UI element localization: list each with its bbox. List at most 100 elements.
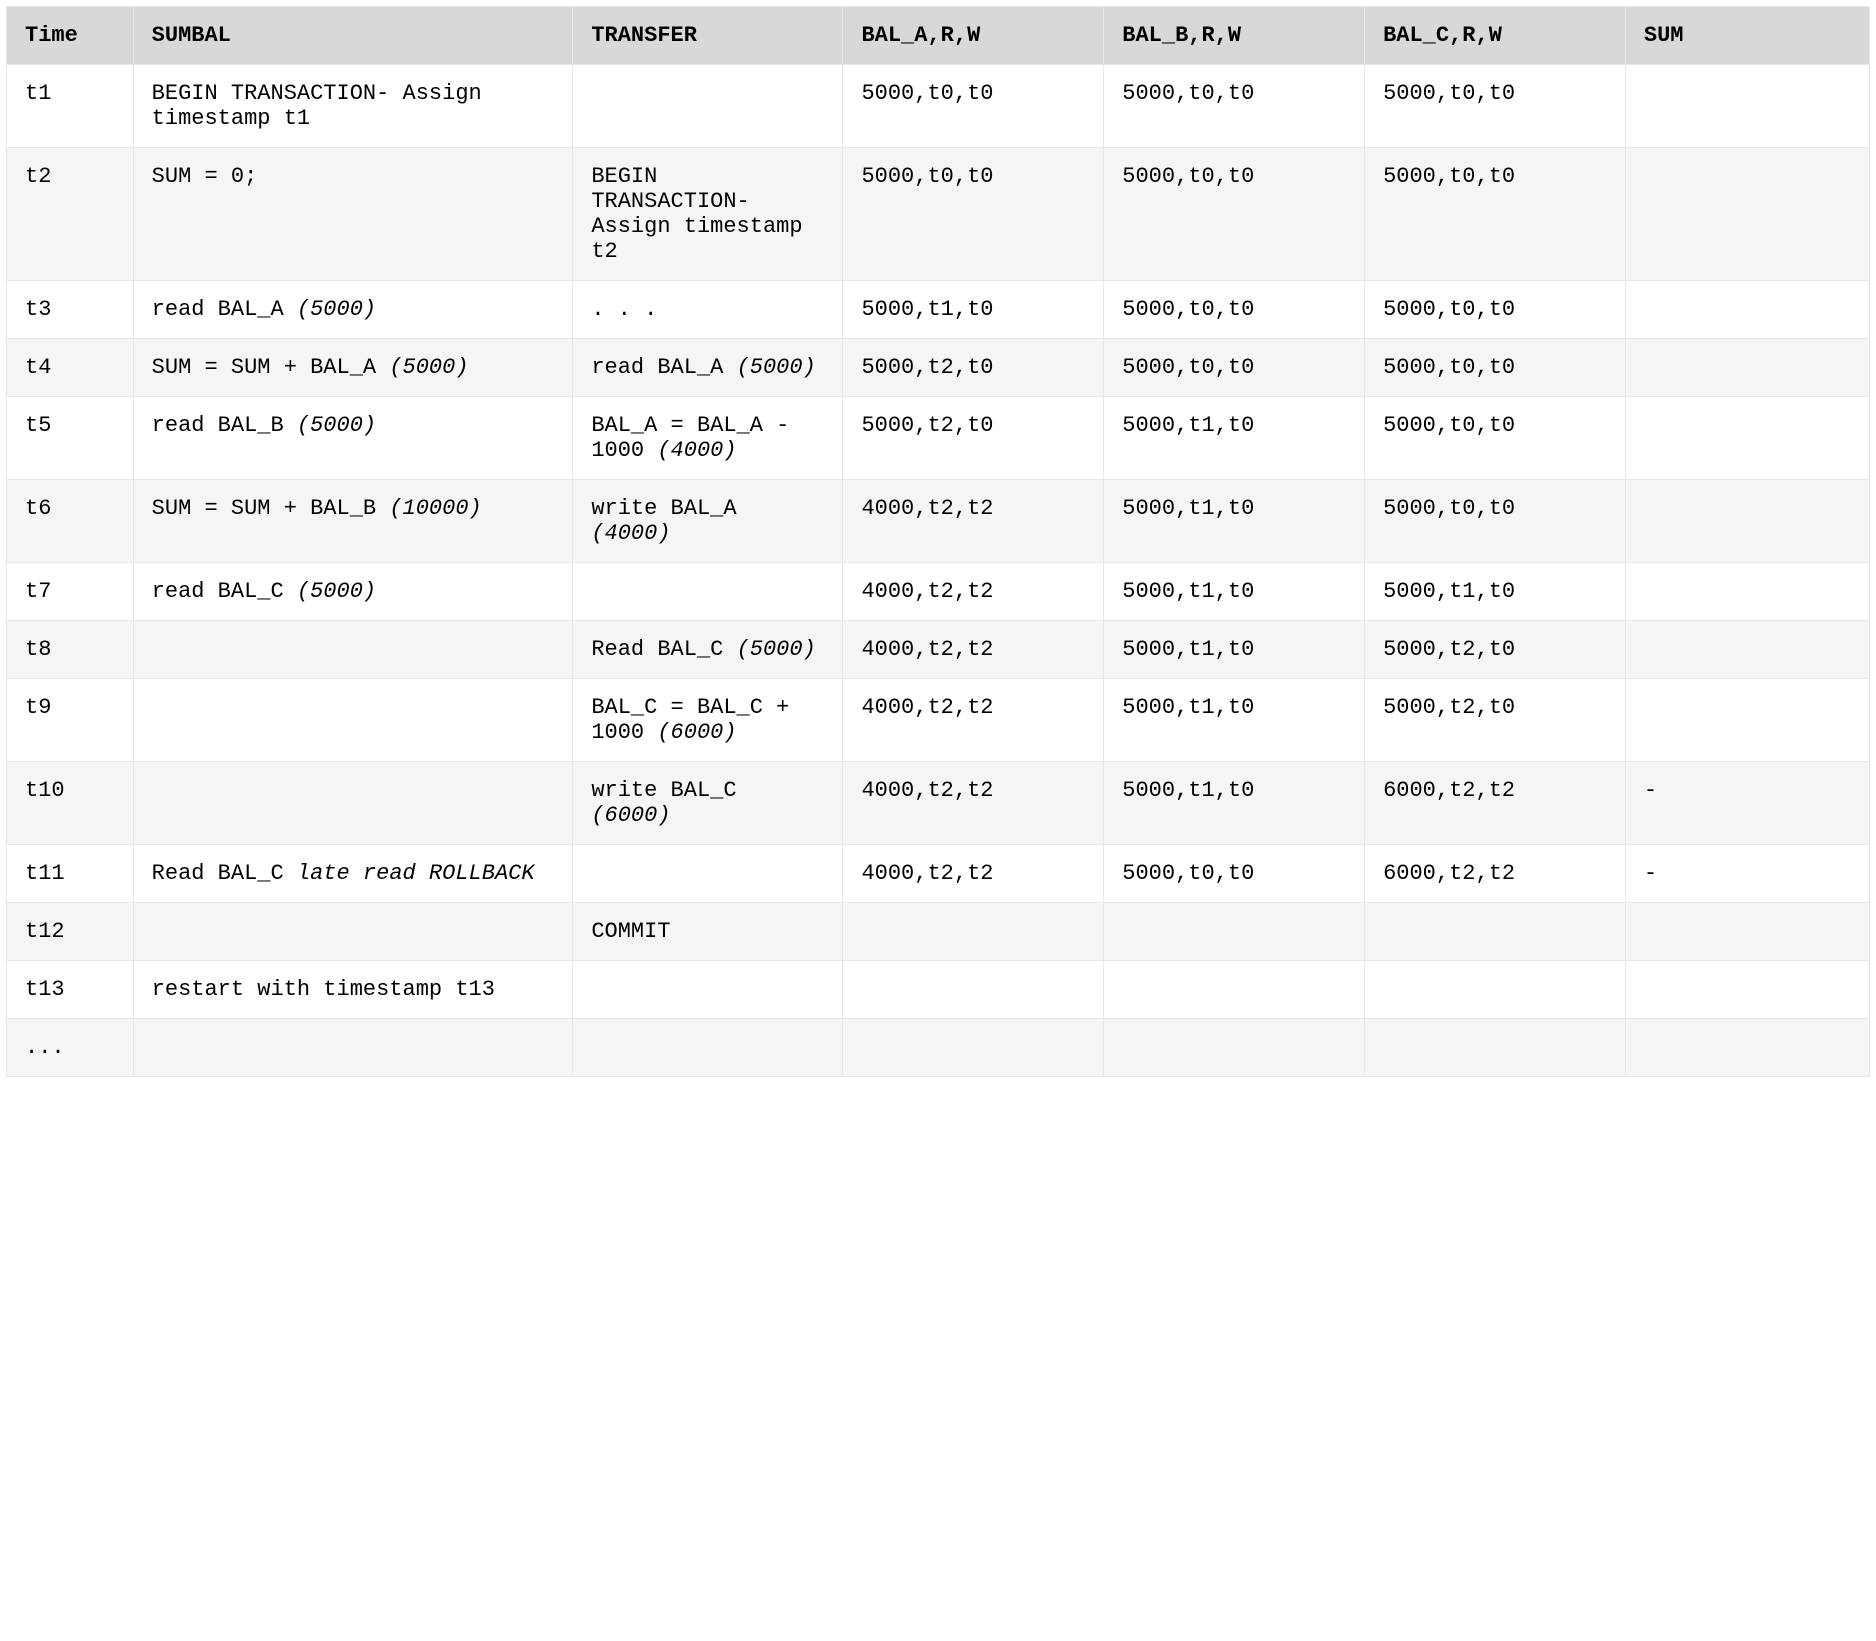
cell-time: t12	[7, 903, 134, 961]
header-bal-a: BAL_A,R,W	[843, 7, 1104, 65]
cell-bal-c	[1365, 1019, 1626, 1077]
cell-bal-c	[1365, 961, 1626, 1019]
cell-sumbal: BEGIN TRANSACTION- Assign timestamp t1	[133, 65, 573, 148]
table-row: t13restart with timestamp t13	[7, 961, 1870, 1019]
cell-time: t5	[7, 397, 134, 480]
table-row: t9BAL_C = BAL_C + 1000 (6000)4000,t2,t25…	[7, 679, 1870, 762]
cell-sumbal	[133, 679, 573, 762]
cell-bal-c: 6000,t2,t2	[1365, 762, 1626, 845]
cell-time: t7	[7, 563, 134, 621]
cell-bal-b	[1104, 903, 1365, 961]
cell-sum: -	[1625, 762, 1869, 845]
transaction-schedule-table: Time SUMBAL TRANSFER BAL_A,R,W BAL_B,R,W…	[6, 6, 1870, 1077]
table-row: t8 Read BAL_C (5000)4000,t2,t25000,t1,t05…	[7, 621, 1870, 679]
cell-transfer: write BAL_C (6000)	[573, 762, 843, 845]
cell-time: t9	[7, 679, 134, 762]
cell-bal-c: 5000,t2,t0	[1365, 621, 1626, 679]
cell-sumbal	[133, 1019, 573, 1077]
cell-bal-c: 6000,t2,t2	[1365, 845, 1626, 903]
cell-bal-b: 5000,t0,t0	[1104, 148, 1365, 281]
cell-bal-b: 5000,t0,t0	[1104, 281, 1365, 339]
cell-bal-a	[843, 1019, 1104, 1077]
cell-bal-a: 4000,t2,t2	[843, 845, 1104, 903]
cell-transfer: Read BAL_C (5000)	[573, 621, 843, 679]
cell-time: t3	[7, 281, 134, 339]
cell-bal-c: 5000,t2,t0	[1365, 679, 1626, 762]
cell-bal-a	[843, 961, 1104, 1019]
cell-bal-c: 5000,t0,t0	[1365, 281, 1626, 339]
header-sumbal: SUMBAL	[133, 7, 573, 65]
cell-transfer	[573, 65, 843, 148]
cell-sum	[1625, 961, 1869, 1019]
table-row: t5read BAL_B (5000)BAL_A = BAL_A - 1000 …	[7, 397, 1870, 480]
cell-bal-b	[1104, 1019, 1365, 1077]
cell-bal-a: 4000,t2,t2	[843, 621, 1104, 679]
cell-transfer: BAL_A = BAL_A - 1000 (4000)	[573, 397, 843, 480]
cell-bal-c	[1365, 903, 1626, 961]
cell-bal-c: 5000,t0,t0	[1365, 65, 1626, 148]
cell-transfer	[573, 1019, 843, 1077]
cell-sum	[1625, 903, 1869, 961]
cell-time: t10	[7, 762, 134, 845]
cell-bal-c: 5000,t1,t0	[1365, 563, 1626, 621]
cell-sumbal: SUM = SUM + BAL_B (10000)	[133, 480, 573, 563]
table-row: t3read BAL_A (5000). . .5000,t1,t05000,t…	[7, 281, 1870, 339]
cell-sum	[1625, 621, 1869, 679]
header-bal-c: BAL_C,R,W	[1365, 7, 1626, 65]
cell-time: t13	[7, 961, 134, 1019]
header-time: Time	[7, 7, 134, 65]
cell-bal-c: 5000,t0,t0	[1365, 397, 1626, 480]
cell-transfer: COMMIT	[573, 903, 843, 961]
cell-sumbal: read BAL_B (5000)	[133, 397, 573, 480]
table-row: t10write BAL_C (6000)4000,t2,t25000,t1,t…	[7, 762, 1870, 845]
header-transfer: TRANSFER	[573, 7, 843, 65]
cell-bal-b: 5000,t1,t0	[1104, 621, 1365, 679]
cell-bal-a: 4000,t2,t2	[843, 563, 1104, 621]
header-sum: SUM	[1625, 7, 1869, 65]
cell-transfer	[573, 961, 843, 1019]
table-row: t2SUM = 0;BEGIN TRANSACTION- Assign time…	[7, 148, 1870, 281]
cell-sumbal	[133, 903, 573, 961]
header-bal-b: BAL_B,R,W	[1104, 7, 1365, 65]
table-row: t12 COMMIT	[7, 903, 1870, 961]
cell-transfer: . . .	[573, 281, 843, 339]
table-row: t11Read BAL_C late read ROLLBACK4000,t2,…	[7, 845, 1870, 903]
cell-bal-a: 4000,t2,t2	[843, 480, 1104, 563]
cell-bal-a: 4000,t2,t2	[843, 762, 1104, 845]
cell-sumbal: SUM = SUM + BAL_A (5000)	[133, 339, 573, 397]
cell-sumbal: SUM = 0;	[133, 148, 573, 281]
cell-bal-b: 5000,t1,t0	[1104, 679, 1365, 762]
table-header-row: Time SUMBAL TRANSFER BAL_A,R,W BAL_B,R,W…	[7, 7, 1870, 65]
cell-bal-b: 5000,t1,t0	[1104, 563, 1365, 621]
cell-sum	[1625, 65, 1869, 148]
cell-sum	[1625, 148, 1869, 281]
cell-sum	[1625, 1019, 1869, 1077]
cell-bal-a: 5000,t2,t0	[843, 397, 1104, 480]
cell-sumbal: read BAL_A (5000)	[133, 281, 573, 339]
cell-transfer	[573, 845, 843, 903]
cell-bal-c: 5000,t0,t0	[1365, 480, 1626, 563]
cell-time: t1	[7, 65, 134, 148]
cell-time: t6	[7, 480, 134, 563]
cell-transfer: write BAL_A (4000)	[573, 480, 843, 563]
cell-bal-a: 5000,t0,t0	[843, 65, 1104, 148]
table-row: t4SUM = SUM + BAL_A (5000)read BAL_A (50…	[7, 339, 1870, 397]
cell-sum	[1625, 563, 1869, 621]
cell-bal-a: 5000,t0,t0	[843, 148, 1104, 281]
cell-bal-b: 5000,t0,t0	[1104, 339, 1365, 397]
cell-bal-b	[1104, 961, 1365, 1019]
cell-bal-c: 5000,t0,t0	[1365, 148, 1626, 281]
table-row: t1BEGIN TRANSACTION- Assign timestamp t1…	[7, 65, 1870, 148]
cell-bal-a	[843, 903, 1104, 961]
cell-bal-b: 5000,t0,t0	[1104, 845, 1365, 903]
cell-transfer: BAL_C = BAL_C + 1000 (6000)	[573, 679, 843, 762]
cell-sum	[1625, 397, 1869, 480]
cell-time: t8	[7, 621, 134, 679]
cell-bal-b: 5000,t1,t0	[1104, 397, 1365, 480]
cell-sum	[1625, 679, 1869, 762]
cell-sum	[1625, 339, 1869, 397]
cell-sum: -	[1625, 845, 1869, 903]
cell-time: t4	[7, 339, 134, 397]
table-row: ...	[7, 1019, 1870, 1077]
cell-bal-a: 5000,t2,t0	[843, 339, 1104, 397]
